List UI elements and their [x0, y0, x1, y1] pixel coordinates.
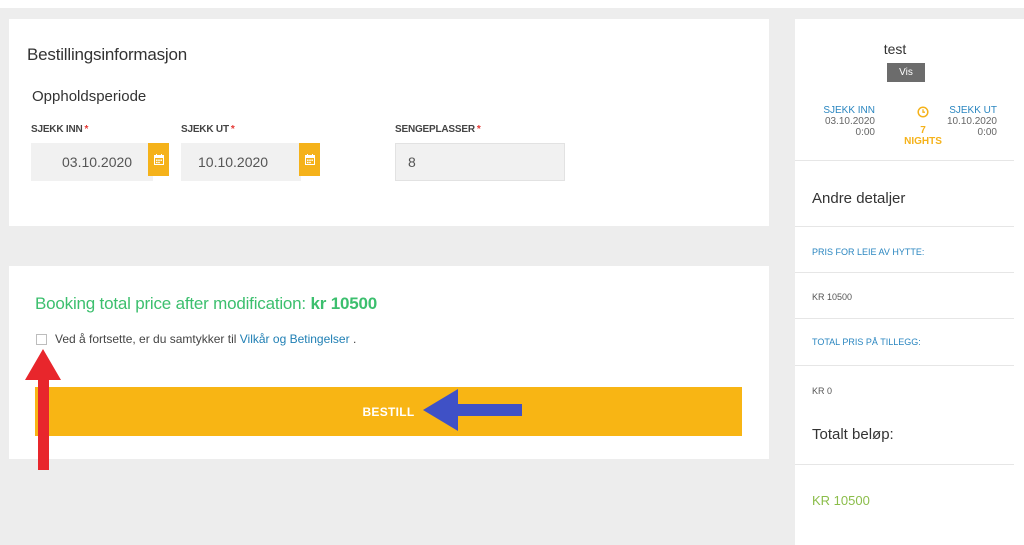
total-price-label: Booking total price after modification: — [35, 294, 306, 313]
checkin-calendar-button[interactable] — [148, 143, 169, 176]
divider — [795, 272, 1014, 273]
terms-link[interactable]: Vilkår og Betingelser — [240, 332, 350, 346]
checkin-date-input[interactable]: 03.10.2020 — [31, 143, 153, 181]
beds-input[interactable]: 8 — [395, 143, 565, 181]
beds-label: SENGEPLASSER * — [395, 124, 481, 135]
sidebar-checkout: SJEKK UT 10.10.2020 0:00 — [946, 105, 997, 138]
rent-price-label: PRIS FOR LEIE AV HYTTE: — [812, 247, 925, 257]
divider — [795, 226, 1014, 227]
checkout-calendar-button[interactable] — [299, 143, 320, 176]
stay-period-heading: Oppholdsperiode — [32, 88, 147, 105]
order-button[interactable]: BESTILL — [35, 387, 742, 436]
addons-price-label: TOTAL PRIS PÅ TILLEGG: — [812, 337, 921, 347]
terms-checkbox[interactable] — [36, 334, 47, 345]
total-amount-heading: Totalt beløp: — [812, 426, 894, 443]
terms-text: Ved å fortsette, er du samtykker til Vil… — [55, 332, 357, 346]
calendar-icon — [153, 154, 164, 165]
sidebar-checkin: SJEKK INN 03.10.2020 0:00 — [823, 105, 875, 138]
divider — [795, 365, 1014, 366]
rent-price-value: KR 10500 — [812, 292, 853, 302]
checkout-date-input[interactable]: 10.10.2020 — [181, 143, 301, 181]
total-price-line: Booking total price after modification: … — [35, 294, 377, 314]
divider — [795, 318, 1014, 319]
booking-sidebar: test Vis SJEKK INN 03.10.2020 0:00 7 NIG… — [795, 19, 1024, 545]
checkout-label: SJEKK UT * — [181, 124, 235, 135]
total-price-amount: kr 10500 — [310, 294, 378, 313]
addons-price-value: KR 0 — [812, 386, 833, 396]
booking-info-title: Bestillingsinformasjon — [27, 45, 188, 64]
total-amount-value: KR 10500 — [812, 493, 870, 508]
divider — [795, 464, 1014, 465]
checkin-label: SJEKK INN * — [31, 124, 89, 135]
cabin-name: test — [883, 41, 907, 57]
order-panel: Booking total price after modification: … — [9, 266, 769, 459]
other-details-heading: Andre detaljer — [812, 190, 906, 207]
calendar-icon — [304, 154, 315, 165]
booking-info-panel: Bestillingsinformasjon Oppholdsperiode S… — [9, 19, 769, 226]
divider — [795, 160, 1014, 161]
view-button[interactable]: Vis — [887, 63, 925, 82]
clock-icon — [917, 106, 929, 118]
